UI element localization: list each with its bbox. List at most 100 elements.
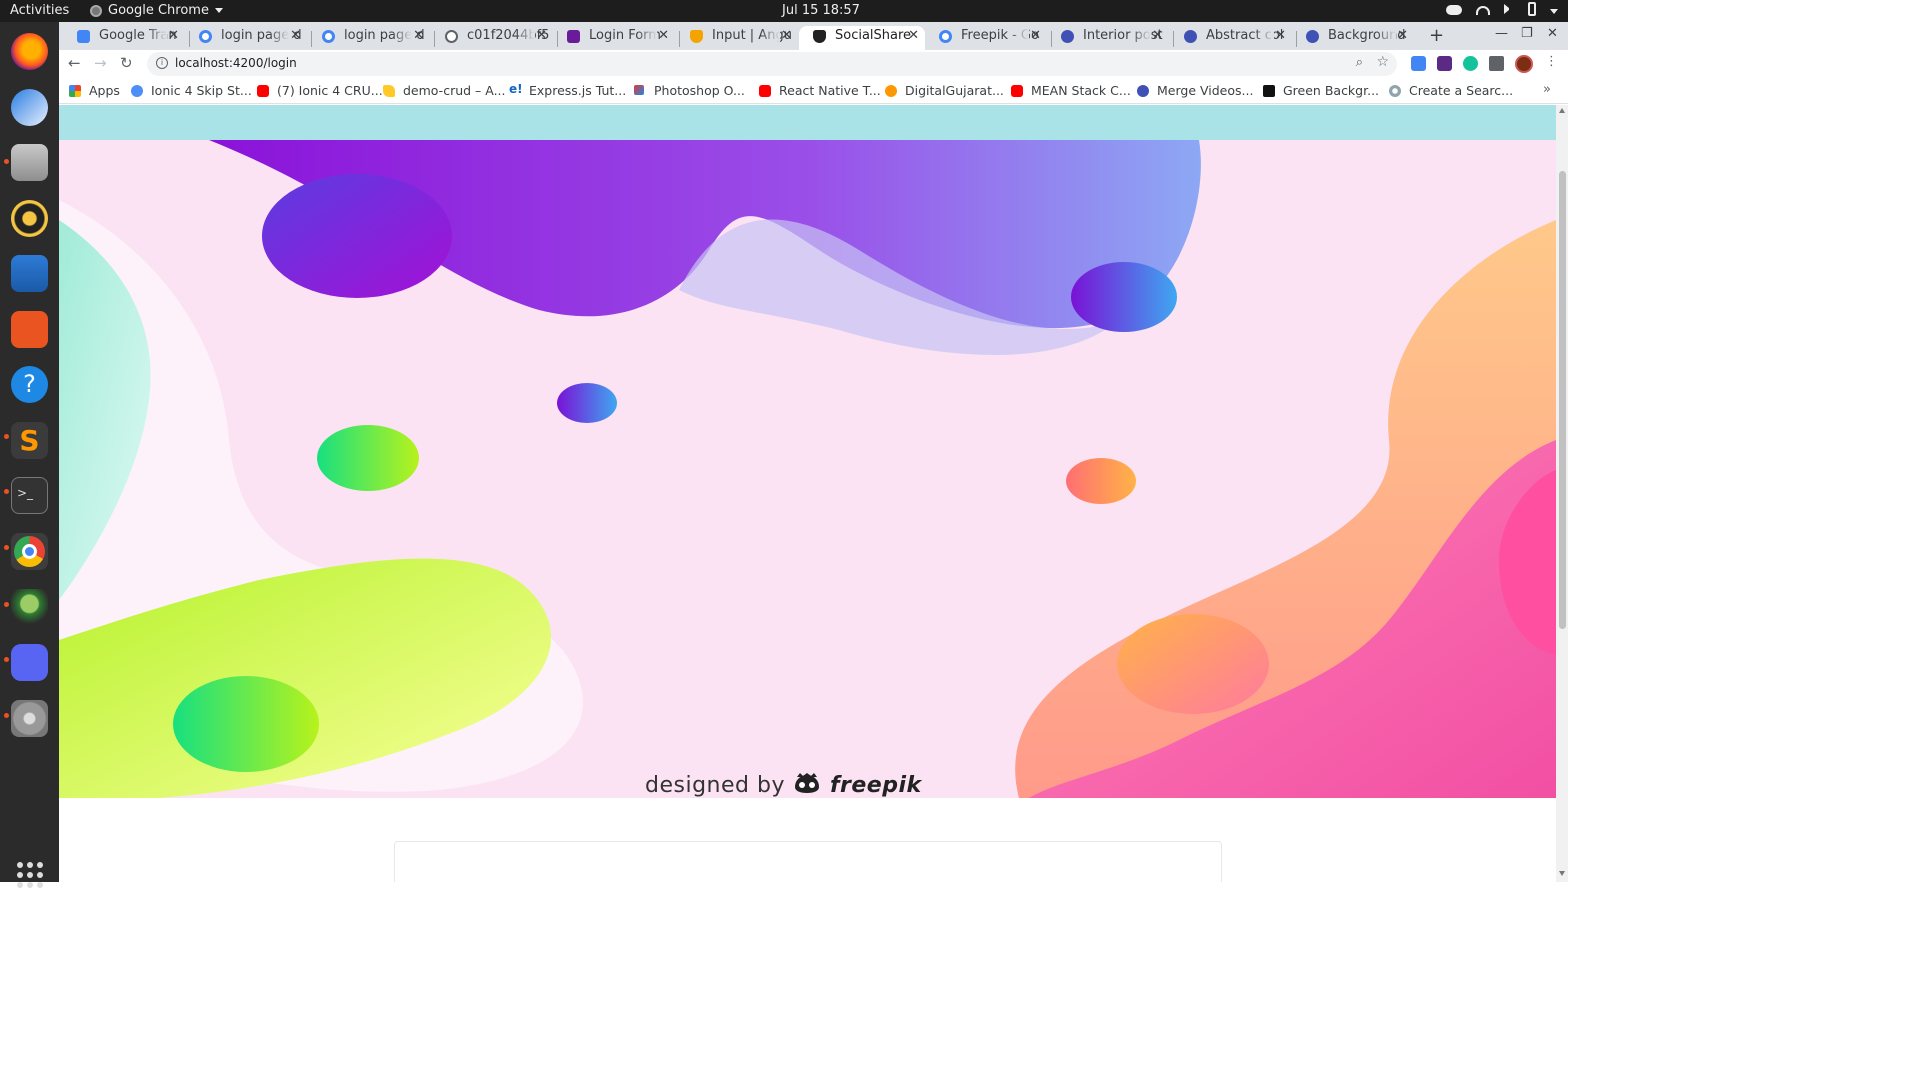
tab-socialshare[interactable]: SocialShare ✕ (799, 26, 925, 50)
bookmarks-overflow-icon[interactable]: » (1543, 82, 1551, 97)
forward-arrow-icon[interactable]: → (94, 54, 107, 72)
bookmark-ionic-skip[interactable]: Ionic 4 Skip St... (131, 83, 252, 98)
bookmark-mean-stack[interactable]: MEAN Stack C... (1011, 83, 1131, 98)
close-tab-icon[interactable]: ✕ (290, 26, 301, 46)
tab-c01f2044[interactable]: c01f2044bf5 ✕ (431, 26, 553, 50)
discord-icon[interactable] (11, 644, 48, 681)
close-tab-icon[interactable]: ✕ (1030, 26, 1041, 46)
writer-icon[interactable] (11, 255, 48, 292)
minimize-window-icon[interactable]: — (1495, 26, 1508, 41)
scrollbar-thumb[interactable] (1559, 171, 1566, 629)
zoom-icon[interactable]: ⌕ (1356, 55, 1363, 70)
codepen-icon (567, 30, 580, 43)
dock: ? S >_ (0, 22, 59, 888)
gujarat-icon (885, 85, 897, 97)
bookmark-apps[interactable]: Apps (69, 83, 120, 98)
tab-fade (1254, 26, 1274, 46)
running-indicator (4, 602, 9, 607)
app-menu[interactable]: Google Chrome (90, 3, 223, 18)
tab-freepik-google[interactable]: Freepik - Go ✕ (925, 26, 1047, 50)
terminal-icon[interactable]: >_ (11, 477, 48, 514)
clock[interactable]: Jul 15 18:57 (782, 3, 860, 18)
scroll-up-arrow-icon[interactable] (1559, 108, 1565, 113)
bookmark-green-background[interactable]: Green Backgr... (1263, 83, 1379, 98)
firefox-icon[interactable] (11, 33, 48, 70)
bookmark-label: React Native T... (779, 83, 881, 98)
bookmark-label: Ionic 4 Skip St... (151, 83, 252, 98)
bookmark-ionic-crud[interactable]: (7) Ionic 4 CRU... (257, 83, 383, 98)
software-center-icon[interactable] (11, 311, 48, 348)
tab-fade (760, 26, 780, 46)
system-menu-caret-icon[interactable] (1550, 9, 1558, 14)
system-tray[interactable] (1446, 2, 1558, 16)
tab-background[interactable]: Background ✕ (1292, 26, 1414, 50)
tab-login-page-2[interactable]: login page d ✕ (308, 26, 430, 50)
running-indicator (4, 434, 9, 439)
back-arrow-icon[interactable]: ← (68, 54, 81, 72)
tab-login-page-1[interactable]: login page d ✕ (185, 26, 307, 50)
address-bar[interactable]: i localhost:4200/login ⌕ ☆ (147, 52, 1397, 76)
files-icon[interactable] (11, 144, 48, 181)
page-scrollbar[interactable] (1556, 105, 1568, 882)
rocket-app-icon[interactable] (11, 589, 48, 626)
sublime-text-icon[interactable]: S (11, 422, 48, 459)
bookmark-demo-crud[interactable]: demo-crud – A... (383, 83, 506, 98)
restore-window-icon[interactable]: ❐ (1521, 26, 1533, 41)
youtube-icon (257, 85, 269, 97)
close-tab-icon[interactable]: ✕ (781, 26, 792, 46)
screen-recorder-extension-icon[interactable] (1437, 56, 1452, 71)
tab-interior-post[interactable]: Interior post ✕ (1047, 26, 1169, 50)
bookmark-label: Merge Videos... (1157, 83, 1254, 98)
rhythmbox-icon[interactable] (11, 200, 48, 237)
search-icon (1389, 85, 1401, 97)
new-tab-button[interactable]: + (1429, 25, 1444, 46)
bookmark-label: (7) Ionic 4 CRU... (277, 83, 383, 98)
thunderbird-icon[interactable] (11, 89, 48, 126)
activities-button[interactable]: Activities (10, 3, 69, 18)
bookmark-create-search[interactable]: Create a Searc... (1389, 83, 1513, 98)
chrome-menu-icon[interactable]: ⋮ (1545, 54, 1558, 69)
help-icon[interactable]: ? (11, 366, 48, 403)
close-window-icon[interactable]: ✕ (1547, 26, 1558, 41)
bookmark-merge-videos[interactable]: Merge Videos... (1137, 83, 1253, 98)
scroll-down-arrow-icon[interactable] (1559, 871, 1565, 876)
bookmark-star-icon[interactable]: ☆ (1376, 54, 1389, 70)
close-tab-icon[interactable]: ✕ (658, 26, 669, 46)
tab-google-translate[interactable]: Google Tran ✕ (63, 26, 185, 50)
tab-input-angular[interactable]: Input | Angu ✕ (676, 26, 798, 50)
running-indicator (4, 545, 9, 550)
chrome-dock-icon[interactable] (11, 533, 48, 570)
tab-login-form[interactable]: Login Form ✕ (553, 26, 675, 50)
site-info-icon[interactable]: i (156, 57, 168, 69)
freepik-credit: designed by freepik (645, 773, 922, 798)
close-tab-icon[interactable]: ✕ (413, 26, 424, 46)
bookmark-react-native[interactable]: React Native T... (759, 83, 881, 98)
close-tab-icon[interactable]: ✕ (1275, 26, 1286, 46)
show-applications-icon[interactable] (17, 862, 43, 888)
translate-extension-icon[interactable] (1411, 56, 1426, 71)
tab-fade (392, 26, 412, 46)
close-tab-icon[interactable]: ✕ (536, 26, 547, 46)
reload-icon[interactable]: ↻ (120, 54, 133, 72)
bookmark-photoshop[interactable]: Photoshop O... (634, 83, 745, 98)
close-tab-icon[interactable]: ✕ (908, 26, 919, 46)
close-tab-icon[interactable]: ✕ (1152, 26, 1163, 46)
disks-icon[interactable] (11, 700, 48, 737)
url-text[interactable]: localhost:4200/login (175, 56, 297, 70)
gamepad-icon[interactable] (1446, 5, 1462, 15)
close-tab-icon[interactable]: ✕ (1397, 26, 1408, 46)
bookmark-digitalgujarat[interactable]: DigitalGujarat... (885, 83, 1004, 98)
st-icon (1263, 85, 1275, 97)
profile-avatar[interactable] (1515, 55, 1533, 73)
tab-abstract-color[interactable]: Abstract col ✕ (1170, 26, 1292, 50)
close-tab-icon[interactable]: ✕ (168, 26, 179, 46)
grammarly-extension-icon[interactable] (1463, 56, 1478, 71)
running-indicator (4, 713, 9, 718)
bookmark-label: Create a Searc... (1409, 83, 1514, 98)
tab-strip: Google Tran ✕ login page d ✕ login page … (59, 22, 1568, 50)
tab-fade (637, 26, 657, 46)
bookmark-express[interactable]: e! Express.js Tut... (509, 82, 626, 98)
credit-brand: freepik (829, 773, 922, 798)
extensions-puzzle-icon[interactable] (1489, 56, 1504, 71)
app-navbar (59, 105, 1556, 140)
